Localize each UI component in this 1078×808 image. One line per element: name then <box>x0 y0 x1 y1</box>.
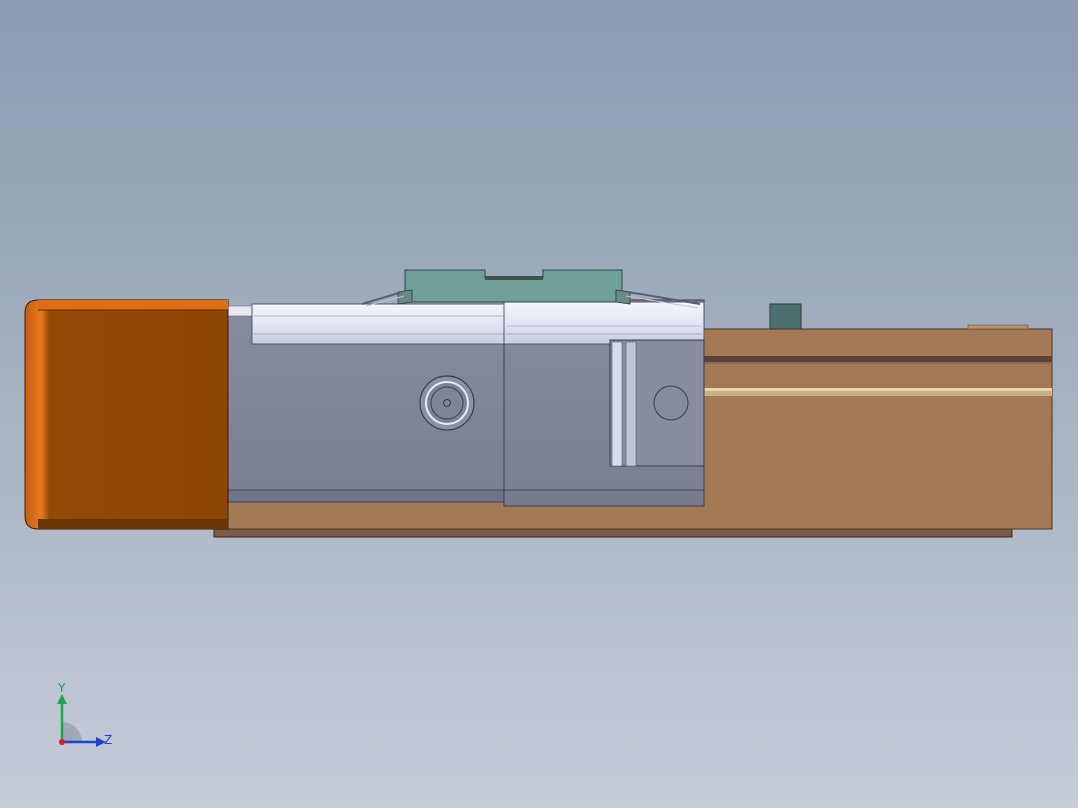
z-axis-label: Z <box>104 733 112 747</box>
coordinate-triad: Y Z <box>57 681 112 747</box>
triad-plane-icon <box>62 722 82 742</box>
cad-model-view[interactable] <box>0 0 1078 808</box>
graphics-viewport[interactable]: Y Z <box>0 0 1078 808</box>
carriage <box>227 303 507 503</box>
carriage-right <box>503 299 705 507</box>
origin-point <box>59 739 65 745</box>
y-axis-label: Y <box>57 681 66 695</box>
motor-housing <box>24 299 229 530</box>
stop-block <box>769 303 802 330</box>
